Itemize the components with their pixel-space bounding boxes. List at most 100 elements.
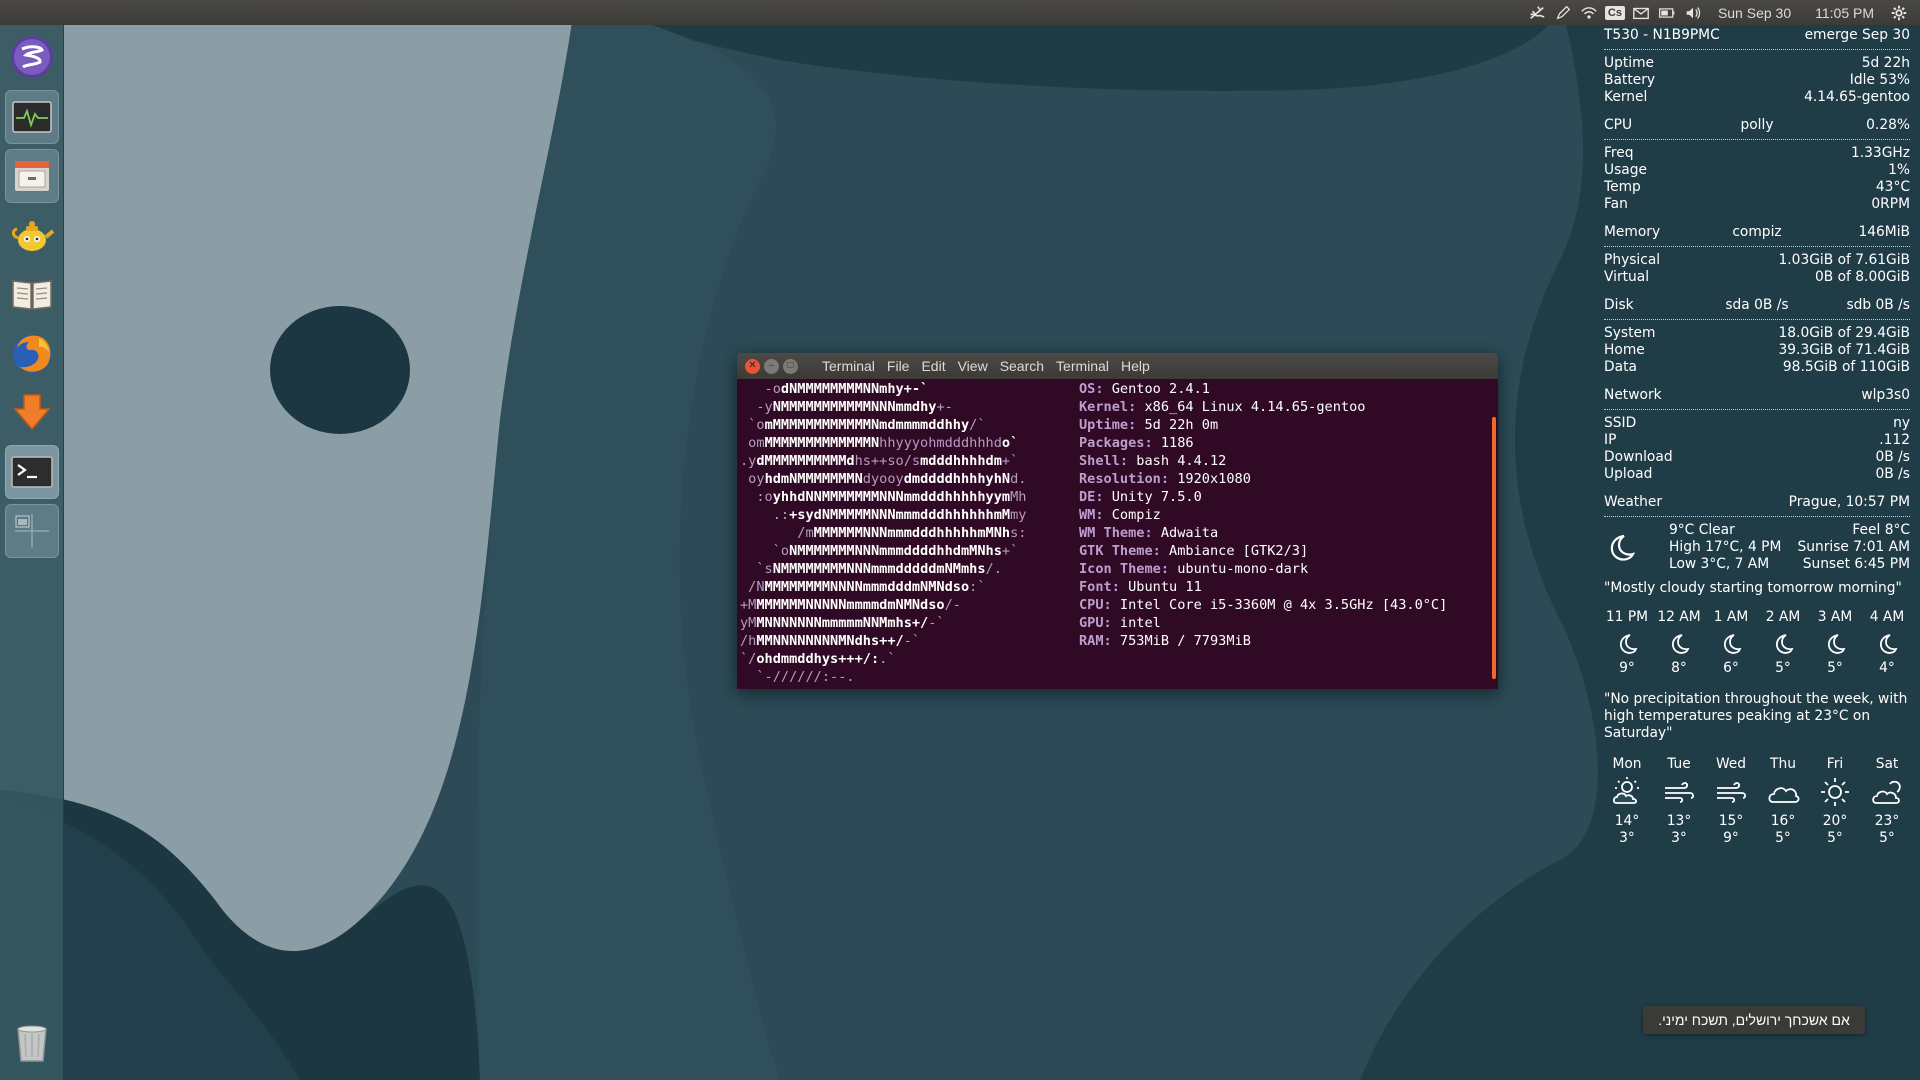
wallpaper-dark-circle	[270, 306, 410, 434]
disk-label: System	[1604, 325, 1656, 341]
info-row: OS: Gentoo 2.4.1	[1079, 380, 1447, 398]
daily-item: Thu 16° 5°	[1760, 756, 1806, 847]
cpu-row: Freq 1.33GHz	[1604, 145, 1910, 162]
clear-night-icon	[1615, 626, 1639, 660]
daily-low: 5°	[1827, 830, 1843, 846]
close-icon[interactable]: ✕	[745, 358, 760, 374]
minimize-icon[interactable]: –	[764, 358, 779, 374]
terminal-icon[interactable]	[5, 445, 59, 499]
trash-icon[interactable]	[5, 1015, 59, 1069]
mem-value: 1.03GiB of 7.61GiB	[1778, 252, 1911, 268]
menu-help[interactable]: Help	[1115, 358, 1156, 374]
system-label: Kernel	[1604, 89, 1648, 105]
logo-line: +MMMMMMMNNNNNmmmmdmNMNdso/-	[740, 597, 961, 613]
daily-low: 9°	[1723, 830, 1739, 846]
info-value: bash 4.4.12	[1128, 453, 1227, 469]
weather-icon[interactable]	[1524, 0, 1550, 25]
info-row: Kernel: x86_64 Linux 4.14.65-gentoo	[1079, 398, 1447, 416]
daily-low: 5°	[1775, 830, 1791, 846]
menu-edit[interactable]: Edit	[915, 358, 951, 374]
system-label: Battery	[1604, 72, 1656, 88]
hourly-time: 4 AM	[1869, 609, 1905, 625]
wind-icon	[1662, 773, 1696, 813]
daily-day: Fri	[1826, 756, 1844, 772]
menu-file[interactable]: File	[881, 358, 916, 374]
cpu-row: Usage 1%	[1604, 162, 1910, 179]
volume-icon[interactable]	[1680, 0, 1706, 25]
hourly-time: 3 AM	[1817, 609, 1853, 625]
cpu-label: Temp	[1604, 179, 1641, 195]
hourly-temp: 8°	[1671, 660, 1687, 676]
cpu-top-process: polly	[1740, 117, 1774, 133]
menu-view[interactable]: View	[952, 358, 994, 374]
weather-high: High 17°C, 4 PM	[1669, 539, 1782, 555]
info-key: Packages:	[1079, 435, 1153, 451]
terminal-output[interactable]: -odNMMMMMMMMNNmhy+-` -yNMMMMMMMMMMMNNNmm…	[737, 379, 1498, 689]
maximize-icon[interactable]: □	[783, 358, 798, 374]
net-value: 0B /s	[1875, 449, 1910, 465]
menu-app-terminal[interactable]: Terminal	[816, 358, 881, 374]
panel-date[interactable]: Sun Sep 30	[1706, 5, 1803, 21]
hourly-item: 1 AM 6°	[1708, 609, 1754, 677]
wind-icon	[1714, 773, 1748, 813]
terminal-window[interactable]: ✕ – □ Terminal File Edit View Search Ter…	[737, 353, 1498, 689]
menu-terminal[interactable]: Terminal	[1050, 358, 1115, 374]
net-label: SSID	[1604, 415, 1637, 431]
downloader-icon[interactable]	[5, 385, 59, 439]
info-row: Packages: 1186	[1079, 434, 1447, 452]
wifi-icon[interactable]	[1576, 0, 1602, 25]
daily-item: Wed 15° 9°	[1708, 756, 1754, 847]
teapot-icon[interactable]	[5, 208, 59, 262]
firefox-icon[interactable]	[5, 326, 59, 380]
emacs-icon[interactable]	[5, 30, 59, 84]
cpu-value: 43°C	[1875, 179, 1910, 195]
terminal-scrollbar[interactable]	[1492, 417, 1496, 679]
logo-line: `sNMMMMMMMMNNNmmmdddddmNMmhs/.	[740, 561, 1002, 577]
net-value: 0B /s	[1875, 466, 1910, 482]
disk-sdb-rate: sdb 0B /s	[1846, 297, 1910, 313]
hourly-time: 1 AM	[1713, 609, 1749, 625]
terminal-titlebar[interactable]: ✕ – □ Terminal File Edit View Search Ter…	[737, 353, 1498, 379]
system-value: 5d 22h	[1861, 55, 1910, 71]
logo-line: `-//////:--.	[740, 669, 855, 685]
file-manager-icon[interactable]	[5, 149, 59, 203]
system-monitor-icon[interactable]	[5, 90, 59, 144]
info-value: Intel Core i5-3360M @ 4x 3.5GHz [43.0°C]	[1111, 597, 1448, 613]
daily-day: Mon	[1612, 756, 1642, 772]
clear-night-icon	[1771, 626, 1795, 660]
mail-icon[interactable]	[1628, 0, 1654, 25]
system-row: Uptime 5d 22h	[1604, 55, 1910, 72]
daily-high: 13°	[1666, 813, 1692, 829]
info-value: Unity 7.5.0	[1103, 489, 1202, 505]
system-row: Kernel 4.14.65-gentoo	[1604, 89, 1910, 106]
workspace-switcher-icon[interactable]	[5, 504, 59, 558]
hourly-temp: 5°	[1775, 660, 1791, 676]
logo-line: /mMMMMMMNNNmmmdddhhhhhmMNhs:	[740, 525, 1027, 541]
panel-clock[interactable]: 11:05 PM	[1803, 5, 1886, 21]
daily-day: Tue	[1667, 756, 1691, 772]
weather-summary-today: "Mostly cloudy starting tomorrow morning…	[1604, 580, 1902, 596]
info-value: x86_64 Linux 4.14.65-gentoo	[1136, 399, 1366, 415]
info-key: CPU:	[1079, 597, 1112, 613]
settings-gear-icon[interactable]	[1886, 0, 1912, 25]
book-reader-icon[interactable]	[5, 267, 59, 321]
menu-search[interactable]: Search	[994, 358, 1050, 374]
system-label: Uptime	[1604, 55, 1655, 71]
cs-icon[interactable]: Cs	[1602, 0, 1628, 25]
net-row: Download 0B /s	[1604, 449, 1910, 466]
daily-item: Sat 23° 5°	[1864, 756, 1910, 847]
hourly-item: 4 AM 4°	[1864, 609, 1910, 677]
mem-row: Physical 1.03GiB of 7.61GiB	[1604, 252, 1910, 269]
info-row: Uptime: 5d 22h 0m	[1079, 416, 1447, 434]
info-value: 1920x1080	[1169, 471, 1251, 487]
pencil-icon[interactable]	[1550, 0, 1576, 25]
top-panel: Cs Sun Sep 30 11:05 PM	[0, 0, 1920, 25]
weather-summary-week: "No precipitation throughout the week, w…	[1604, 691, 1908, 741]
info-value: Ubuntu 11	[1119, 579, 1202, 595]
cpu-label: Freq	[1604, 145, 1634, 161]
battery-icon[interactable]	[1654, 0, 1680, 25]
weather-sunset: Sunset 6:45 PM	[1802, 556, 1910, 572]
hourly-temp: 6°	[1723, 660, 1739, 676]
weather-current: 9°C Clear High 17°C, 4 PM Low 3°C, 7 AM …	[1604, 522, 1910, 574]
cpu-row: Fan 0RPM	[1604, 196, 1910, 213]
